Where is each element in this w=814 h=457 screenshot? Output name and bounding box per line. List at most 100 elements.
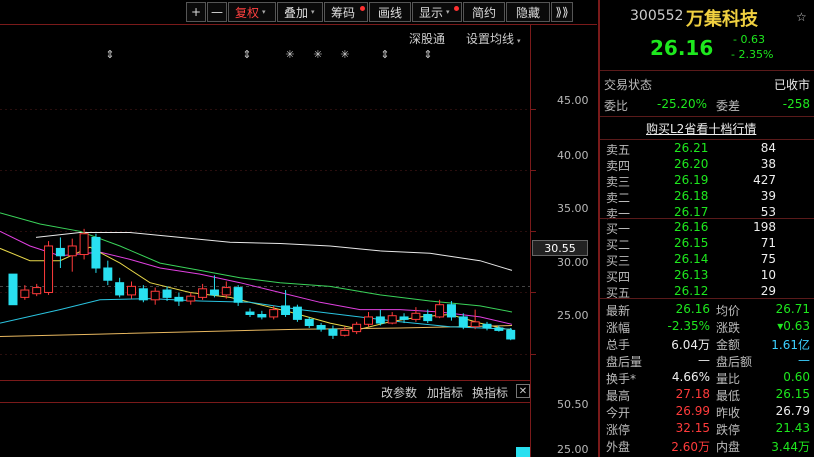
candle-up: [150, 290, 160, 301]
toolbar-button-label: ⟫⟫: [555, 5, 569, 19]
event-marker: ✳: [285, 48, 294, 61]
candle-down: [482, 323, 492, 329]
toolbar-button-label: 画线: [377, 5, 402, 20]
candle-down: [304, 318, 314, 327]
bid-row: 买三 26.14 75: [606, 252, 810, 269]
stat-label: 换手*: [606, 372, 637, 386]
stat-value: ▾0.63: [777, 319, 810, 333]
ask-row: 卖四 26.20 38: [606, 157, 810, 174]
candle-down: [91, 236, 101, 269]
price-change-pct: - 2.35%: [731, 48, 774, 61]
draw-line-button[interactable]: 画线: [369, 2, 411, 22]
shen-gu-tong-link[interactable]: 深股通: [409, 30, 445, 47]
level-price: 26.13: [674, 268, 709, 282]
wei-cha-label: 委差: [716, 99, 741, 113]
overlay-button[interactable]: 叠加 ▾: [277, 2, 323, 22]
ma-settings-link[interactable]: 设置均线 ▾: [466, 30, 521, 47]
stat-label: 最低: [716, 389, 741, 403]
add-indicator-button[interactable]: 加指标: [427, 384, 463, 401]
candle-up: [20, 289, 30, 298]
stock-name: 万集科技: [686, 9, 758, 30]
volume-bar: [516, 447, 530, 457]
event-marker: ⇕: [423, 48, 432, 61]
y-tick-label: 30.00: [557, 256, 589, 269]
candle-down: [328, 328, 338, 336]
stat-label: 内盘: [716, 440, 741, 454]
zoom-out-button[interactable]: —: [207, 2, 227, 22]
buy-l2-link[interactable]: 购买L2省看十档行情: [646, 120, 756, 137]
level-volume: 29: [760, 284, 776, 298]
hide-button[interactable]: 隐藏: [506, 2, 550, 22]
stat-value: 1.61亿: [771, 338, 810, 352]
level-volume: 39: [760, 189, 776, 203]
bid-row: 买一 26.16 198: [606, 220, 810, 237]
level-volume: 427: [753, 173, 776, 187]
candle-up: [352, 323, 362, 333]
last-price: 26.16: [650, 36, 714, 60]
chevron-down-icon: ▾: [311, 8, 315, 16]
adjust-button[interactable]: 复权 ▾: [228, 2, 276, 22]
toolbar-button-label: 复权: [235, 5, 260, 20]
modify-params-button[interactable]: 改参数: [381, 384, 417, 401]
chips-button[interactable]: 筹码: [324, 2, 368, 22]
stat-label: 最高: [606, 389, 631, 403]
candle-up: [340, 329, 350, 336]
display-button[interactable]: 显示 ▾: [412, 2, 462, 22]
candle-up: [364, 316, 373, 325]
candle-down: [8, 273, 18, 306]
expand-button[interactable]: ⟫⟫: [551, 2, 573, 22]
level-price: 26.15: [674, 236, 709, 250]
level-volume: 38: [760, 157, 776, 171]
stat-value: 26.99: [675, 404, 710, 418]
stat-label: 昨收: [716, 406, 741, 420]
level-price: 26.17: [674, 205, 709, 219]
candle-up: [198, 288, 208, 298]
divider: [600, 218, 814, 219]
candle-up: [387, 315, 397, 324]
toolbar-button-label: 隐藏: [515, 5, 540, 20]
close-icon: ✕: [518, 385, 528, 397]
level-price: 26.20: [674, 157, 709, 171]
stat-value: 26.79: [775, 404, 810, 418]
level-price: 26.14: [674, 252, 709, 266]
level-label: 买四: [606, 270, 631, 284]
event-marker: ⇕: [380, 48, 389, 61]
candle-down: [292, 306, 302, 320]
switch-indicator-button[interactable]: 换指标: [472, 384, 508, 401]
candle-up: [44, 245, 54, 293]
candle-down: [458, 316, 468, 328]
divider: [600, 139, 814, 140]
stat-row: 今开 26.99 昨收 26.79: [606, 404, 810, 421]
trade-status: 已收市: [773, 78, 810, 92]
event-marker: ✳: [340, 48, 349, 61]
candle-up: [79, 233, 89, 256]
level-label: 卖五: [606, 143, 631, 157]
chevron-down-icon: ▾: [517, 37, 521, 45]
close-indicator-button[interactable]: ✕: [516, 384, 530, 398]
wei-cha: -258: [782, 97, 810, 111]
stat-label: 均价: [716, 304, 741, 318]
stat-value: 21.43: [775, 421, 810, 435]
simple-button[interactable]: 简约: [463, 2, 505, 22]
kline-chart-area[interactable]: ⇕ ⇕ ✳ ✳ ✳ ⇕ ⇕ + — 复权 ▾ 叠加 ▾ 筹码 画线 显示 ▾ 简约 隐藏 ⟫⟫ 深股通 设置均线 ▾ …: [0, 0, 597, 457]
candle-up: [32, 287, 42, 295]
toolbar-button-label: —: [211, 5, 223, 19]
stat-value: 32.15: [675, 421, 710, 435]
y-tick-label: 25.00: [557, 309, 589, 322]
star-icon[interactable]: ☆: [796, 10, 807, 24]
zoom-in-button[interactable]: +: [186, 2, 206, 22]
stat-label: 涨幅: [606, 321, 631, 335]
toolbar-button-label: 显示: [419, 5, 444, 20]
price-change: - 0.63: [733, 33, 765, 46]
stat-row: 涨幅 -2.35% 涨跌 ▾0.63: [606, 319, 810, 336]
level-label: 卖三: [606, 175, 631, 189]
ask-row: 卖二 26.18 39: [606, 189, 810, 206]
level-volume: 53: [760, 205, 776, 219]
stat-label: 涨停: [606, 423, 631, 437]
y-tick-label: 40.00: [557, 149, 589, 162]
stat-value: —: [698, 353, 710, 367]
candle-up: [435, 304, 445, 318]
stat-row: 涨停 32.15 跌停 21.43: [606, 421, 810, 438]
stat-value: 2.60万: [671, 440, 710, 454]
wei-bi-label: 委比: [604, 99, 629, 113]
